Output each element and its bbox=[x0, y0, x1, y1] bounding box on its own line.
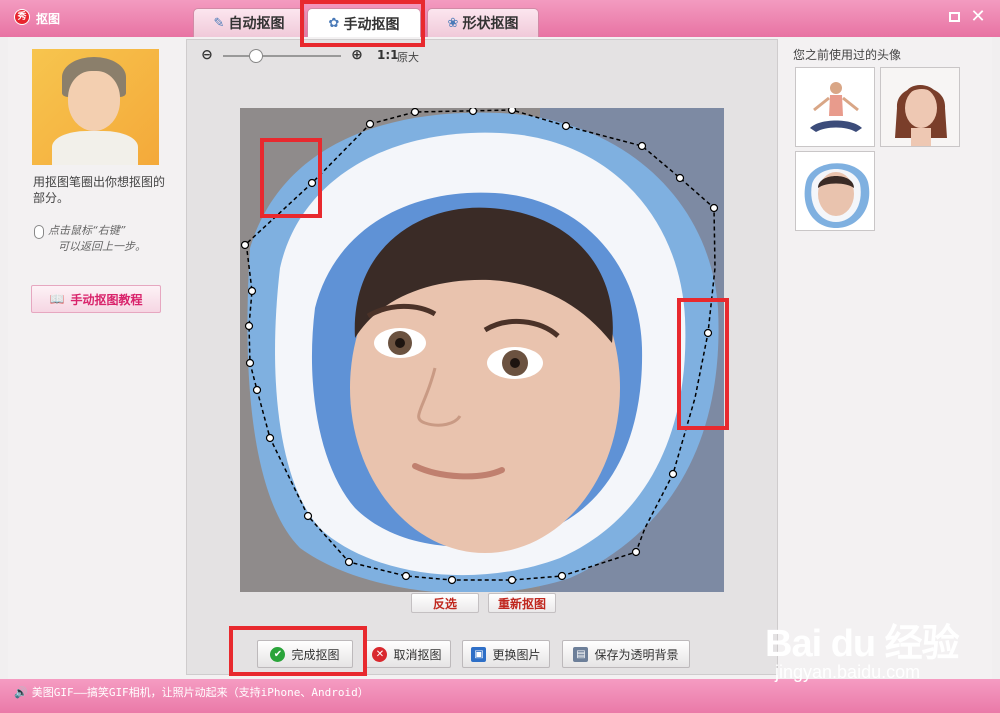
status-message[interactable]: 🔊 美图GIF——搞笑GIF相机，让照片动起来（支持iPhone、Android） bbox=[14, 684, 369, 700]
mouse-hint-line2: 可以返回上一步。 bbox=[58, 240, 146, 253]
watermark-site: jingyan.baidu.com bbox=[775, 662, 921, 682]
zoom-slider-handle[interactable] bbox=[249, 49, 263, 63]
main-area: 用抠图笔圈出你想抠图的部分。 点击鼠标“右键” 可以返回上一步。 📖 手动抠图教… bbox=[8, 37, 992, 679]
tab-shape-cutout[interactable]: ❀ 形状抠图 bbox=[427, 8, 539, 37]
preview-face bbox=[68, 71, 120, 131]
baidu-watermark: Bai du 经验 jingyan.baidu.com bbox=[765, 598, 995, 694]
close-icon: ✕ bbox=[970, 6, 986, 27]
cancel-icon: ✕ bbox=[372, 646, 388, 662]
save-transparent-button[interactable]: ▤ 保存为透明背景 bbox=[562, 640, 690, 668]
history-title: 您之前使用过的头像 bbox=[793, 48, 902, 62]
tab-auto-cutout-label: 自动抠图 bbox=[228, 16, 285, 32]
left-panel: 用抠图笔圈出你想抠图的部分。 点击鼠标“右键” 可以返回上一步。 📖 手动抠图教… bbox=[8, 37, 183, 679]
status-message-text: 美图GIF——搞笑GIF相机，让照片动起来（支持iPhone、Android） bbox=[31, 686, 369, 699]
zoom-original-label[interactable]: 原大 bbox=[397, 49, 419, 65]
tutorial-button[interactable]: 📖 手动抠图教程 bbox=[31, 285, 161, 313]
zoom-slider-track[interactable] bbox=[223, 55, 341, 57]
avatar-preview bbox=[32, 49, 159, 165]
title-bar: 秀 抠图 ✎ 自动抠图 ✿ 手动抠图 ❀ 形状抠图 ✕ bbox=[0, 0, 1000, 38]
maximize-button[interactable] bbox=[946, 9, 962, 25]
window-title: 抠图 bbox=[36, 12, 61, 26]
close-button[interactable]: ✕ bbox=[970, 6, 986, 27]
woman-thumbnail-image bbox=[881, 68, 959, 146]
tab-auto-cutout[interactable]: ✎ 自动抠图 bbox=[193, 8, 305, 37]
zoom-in-icon[interactable]: ⊕ bbox=[349, 47, 365, 63]
history-thumbnail[interactable] bbox=[880, 67, 960, 147]
app-logo-icon: 秀 bbox=[14, 9, 30, 25]
cancel-cutout-button[interactable]: ✕ 取消抠图 bbox=[363, 640, 451, 668]
highlight-box-tab bbox=[300, 0, 425, 47]
tutorial-button-label: 手动抠图教程 bbox=[70, 292, 143, 307]
speaker-icon: 🔊 bbox=[14, 686, 28, 699]
save-transparent-label: 保存为透明背景 bbox=[594, 647, 679, 662]
zoom-ratio[interactable]: 1:1 bbox=[377, 48, 399, 62]
zoom-bar: ⊖ ⊕ 1:1 原大 bbox=[199, 46, 429, 66]
history-thumbnail[interactable] bbox=[795, 67, 875, 147]
highlight-box-finish bbox=[229, 626, 367, 676]
cancel-cutout-label: 取消抠图 bbox=[393, 647, 442, 662]
highlight-box-right-edge bbox=[677, 298, 729, 430]
shape-icon: ❀ bbox=[447, 15, 459, 31]
history-panel: 您之前使用过的头像 bbox=[784, 37, 992, 679]
highlight-box-left-edge bbox=[260, 138, 322, 218]
invert-selection-button[interactable]: 反选 bbox=[411, 593, 479, 613]
maximize-icon bbox=[948, 12, 960, 22]
history-thumbnail[interactable] bbox=[795, 151, 875, 231]
brush-icon: ✎ bbox=[213, 15, 225, 31]
instruction-text: 用抠图笔圈出你想抠图的部分。 bbox=[33, 175, 166, 205]
tab-shape-cutout-label: 形状抠图 bbox=[462, 16, 519, 32]
mouse-icon bbox=[34, 225, 44, 239]
change-image-button[interactable]: ▣ 更换图片 bbox=[462, 640, 550, 668]
mouse-hint: 点击鼠标“右键” 可以返回上一步。 bbox=[34, 223, 174, 255]
change-image-label: 更换图片 bbox=[492, 647, 541, 662]
save-icon: ▤ bbox=[573, 646, 589, 662]
mouse-hint-line1: 点击鼠标“右键” bbox=[48, 224, 126, 237]
yoga-thumbnail-image bbox=[796, 68, 874, 146]
watermark-logo: Bai du 经验 bbox=[765, 623, 960, 665]
redo-cutout-button[interactable]: 重新抠图 bbox=[488, 593, 556, 613]
book-icon: 📖 bbox=[49, 292, 65, 306]
zoom-out-icon[interactable]: ⊖ bbox=[199, 47, 215, 63]
boy-thumbnail-image bbox=[796, 152, 874, 230]
image-icon: ▣ bbox=[471, 646, 487, 662]
preview-body bbox=[52, 131, 138, 165]
